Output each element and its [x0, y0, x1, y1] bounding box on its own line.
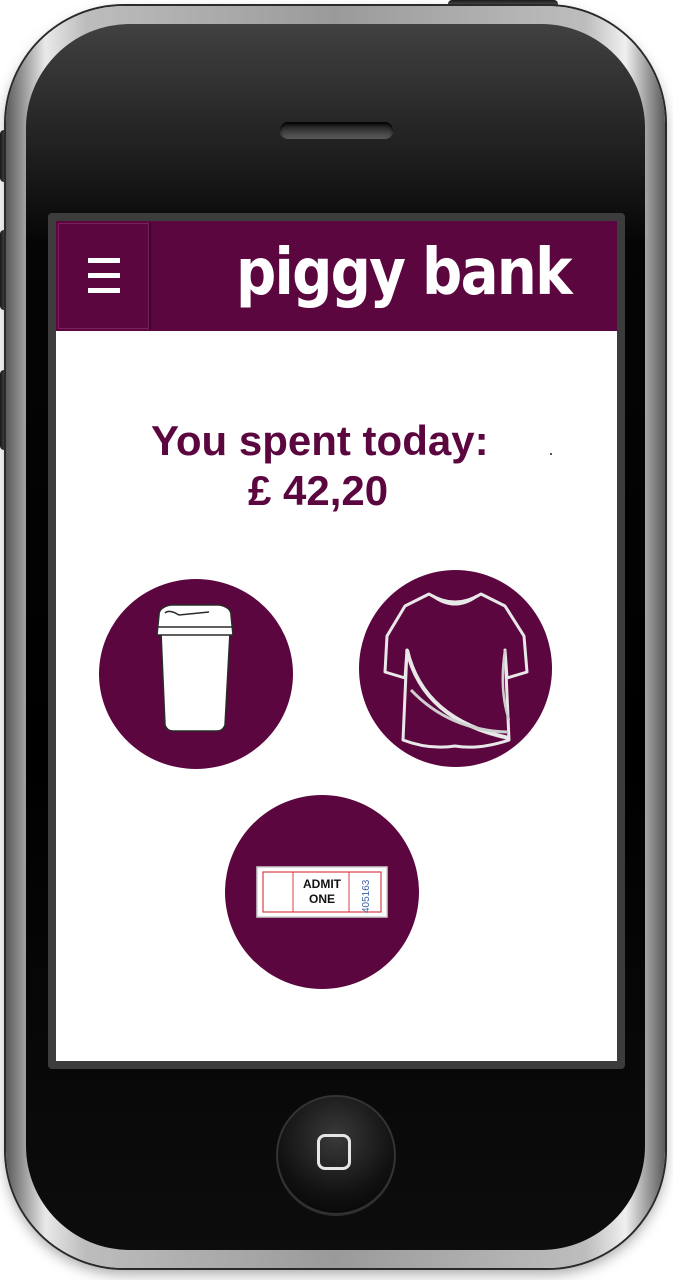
category-coffee-button[interactable]	[99, 579, 293, 769]
ticket-number: 405163	[361, 879, 372, 913]
spent-today-label: You spent today:	[151, 417, 489, 464]
ticket-line1: ADMIT	[303, 877, 342, 891]
spent-today-amount: £ 42,20	[248, 467, 389, 514]
hamburger-menu-icon	[87, 258, 120, 294]
stray-dot	[550, 453, 552, 455]
earpiece-speaker	[280, 122, 393, 138]
ticket-icon: ADMIT ONE 405163	[256, 866, 388, 918]
app-screen: piggy bank You spent today: £ 42,20 ADMI…	[56, 221, 617, 1061]
menu-button[interactable]	[58, 223, 151, 329]
category-entertainment-button[interactable]: ADMIT ONE 405163	[225, 795, 419, 989]
category-clothing-button[interactable]	[359, 570, 552, 767]
home-button[interactable]	[276, 1095, 396, 1215]
home-square-icon	[317, 1134, 351, 1170]
device-stage: piggy bank You spent today: £ 42,20 ADMI…	[0, 0, 673, 1280]
ticket-line2: ONE	[309, 892, 335, 906]
app-title: piggy bank	[236, 236, 573, 310]
t-shirt-icon	[383, 592, 529, 749]
app-header: piggy bank	[56, 221, 617, 331]
coffee-cup-icon	[156, 604, 234, 732]
